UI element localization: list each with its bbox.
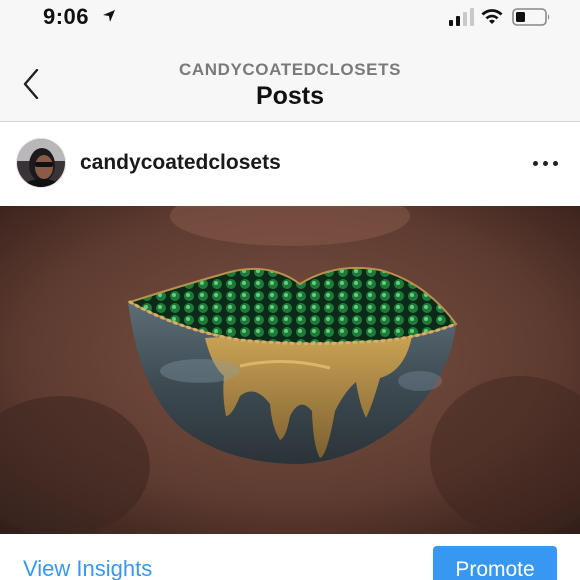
post-header: candycoatedclosets [0, 123, 580, 206]
post-image[interactable] [0, 206, 580, 534]
avatar[interactable] [16, 138, 66, 188]
ellipsis-dot [542, 160, 548, 166]
location-arrow-icon [103, 10, 115, 22]
page-title: Posts [255, 82, 325, 110]
ellipsis-icon [532, 160, 538, 166]
nav-subtitle: CANDYCOATEDCLOSETS [178, 60, 402, 79]
avatar-image [17, 139, 65, 187]
wifi-icon [481, 9, 503, 24]
status-time: 9:06 [43, 4, 90, 29]
promote-button[interactable]: Promote [433, 546, 557, 580]
lip-art-photo [0, 206, 580, 534]
battery-icon [512, 8, 550, 26]
post-username[interactable]: candycoatedclosets [80, 151, 281, 175]
post-actions: View Insights Promote [0, 534, 580, 580]
more-options-button[interactable] [528, 153, 562, 173]
ellipsis-dot [552, 160, 558, 166]
nav-header: CANDYCOATEDCLOSETS Posts [0, 40, 580, 122]
cellular-signal-icon [449, 8, 474, 26]
status-bar: 9:06 [0, 0, 580, 40]
view-insights-link[interactable]: View Insights [23, 556, 152, 580]
